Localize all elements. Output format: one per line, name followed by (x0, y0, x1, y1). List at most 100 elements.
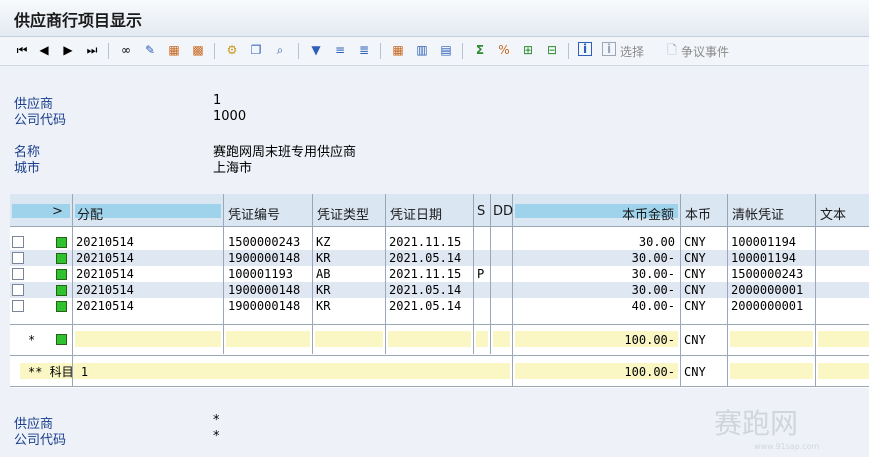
layout-icon[interactable]: ▦ (390, 42, 406, 58)
cell-s[interactable] (477, 250, 489, 266)
cell-currency[interactable]: CNY (684, 234, 724, 250)
find-icon[interactable]: ⌕ (272, 42, 288, 58)
select-button: 选择 (620, 45, 645, 59)
column-header-dd[interactable]: DD (491, 194, 513, 227)
dispute-case-button: 争议事件 (681, 45, 730, 59)
cell-document-type[interactable]: KR (316, 282, 376, 298)
cell-document-number[interactable]: 1900000148 (228, 298, 312, 314)
cell-document-type[interactable]: KR (316, 298, 376, 314)
cell-amount[interactable]: 40.00- (515, 298, 675, 314)
collapse-icon[interactable]: ⊟ (544, 42, 560, 58)
toolbar-separator (298, 43, 299, 59)
sort-descending-icon[interactable]: ≣ (356, 42, 372, 58)
cell-amount[interactable]: 30.00- (515, 266, 675, 282)
cell-assignment[interactable]: 20210514 (76, 250, 216, 266)
cell-document-date[interactable]: 2021.05.14 (389, 298, 473, 314)
sum-icon[interactable]: Σ (472, 42, 488, 58)
cell-clearing-document[interactable]: 2000000001 (731, 298, 815, 314)
watermark-url: www.91sap.com (754, 442, 820, 451)
line-items-grid: > 分配 凭证编号 凭证类型 凭证日期 S DD 本币金额 本币 清帐凭证 文本… (10, 194, 869, 388)
subtotal-currency: CNY (684, 333, 706, 347)
cell-document-date[interactable]: 2021.11.15 (389, 266, 473, 282)
cell-currency[interactable]: CNY (684, 282, 724, 298)
column-header-clearing-document[interactable]: 清帐凭证 (728, 194, 816, 227)
city-value: 上海市 (213, 161, 253, 176)
column-header-currency[interactable]: 本币 (681, 194, 728, 227)
subtotal-marker: * (28, 333, 36, 347)
cell-document-type[interactable]: KZ (316, 234, 376, 250)
total-currency: CNY (684, 365, 706, 379)
cell-s[interactable] (477, 298, 489, 314)
status-green-icon (56, 237, 67, 248)
toolbar-separator (380, 43, 381, 59)
row-checkbox[interactable] (12, 300, 24, 312)
company-code-label: 公司代码 (14, 113, 67, 128)
cell-document-date[interactable]: 2021.05.14 (389, 282, 473, 298)
cell-clearing-document[interactable]: 100001194 (731, 234, 815, 250)
sort-ascending-icon[interactable]: ≡ (332, 42, 348, 58)
cell-amount[interactable]: 30.00 (515, 234, 675, 250)
column-header-document-date[interactable]: 凭证日期 (386, 194, 474, 227)
cell-s[interactable] (477, 234, 489, 250)
columns-icon[interactable]: ▥ (414, 42, 430, 58)
cell-assignment[interactable]: 20210514 (76, 266, 216, 282)
status-green-icon (56, 301, 67, 312)
cell-s[interactable] (477, 282, 489, 298)
column-header-text[interactable]: 文本 (816, 194, 869, 227)
cell-assignment[interactable]: 20210514 (76, 298, 216, 314)
column-header-assignment[interactable]: 分配 (73, 194, 224, 227)
cell-assignment[interactable]: 20210514 (76, 234, 216, 250)
cell-document-type[interactable]: AB (316, 266, 376, 282)
row-checkbox[interactable] (12, 252, 24, 264)
cell-clearing-document[interactable]: 100001194 (731, 250, 815, 266)
cell-document-number[interactable]: 1500000243 (228, 234, 312, 250)
cell-currency[interactable]: CNY (684, 250, 724, 266)
pencil-icon[interactable]: ✎ (142, 42, 158, 58)
previous-page-icon[interactable]: ◀ (36, 42, 52, 58)
row-checkbox[interactable] (12, 268, 24, 280)
select-all-icon[interactable]: ▦ (166, 42, 182, 58)
status-green-icon (56, 269, 67, 280)
toolbar-separator (568, 43, 569, 59)
info-icon[interactable]: i (578, 42, 592, 56)
cell-amount[interactable]: 30.00- (515, 250, 675, 266)
cell-document-number[interactable]: 1900000148 (228, 282, 312, 298)
cell-document-date[interactable]: 2021.05.14 (389, 250, 473, 266)
cell-s[interactable]: P (477, 266, 489, 282)
cell-clearing-document[interactable]: 1500000243 (731, 266, 815, 282)
cell-document-number[interactable]: 1900000148 (228, 250, 312, 266)
expand-icon[interactable]: ⊞ (520, 42, 536, 58)
export-icon[interactable]: ▤ (438, 42, 454, 58)
cell-clearing-document[interactable]: 2000000001 (731, 282, 815, 298)
column-header-amount[interactable]: 本币金额 (513, 194, 681, 227)
deselect-icon[interactable]: ▩ (190, 42, 206, 58)
cell-assignment[interactable]: 20210514 (76, 282, 216, 298)
column-header-document-type[interactable]: 凭证类型 (313, 194, 386, 227)
column-header-document-number[interactable]: 凭证编号 (224, 194, 313, 227)
total-amount: 100.00- (624, 365, 675, 379)
subtotal-amount: 100.00- (624, 333, 675, 347)
row-checkbox[interactable] (12, 284, 24, 296)
cell-currency[interactable]: CNY (684, 298, 724, 314)
cell-document-type[interactable]: KR (316, 250, 376, 266)
filter-settings-icon[interactable]: ⚙ (224, 42, 240, 58)
watermark-text: 赛跑网 (714, 407, 799, 440)
column-header-expand[interactable]: > (10, 194, 73, 227)
filter-icon[interactable]: ▼ (308, 42, 324, 58)
glasses-icon[interactable]: ∞ (118, 42, 134, 58)
subtotal-icon[interactable]: % (496, 42, 512, 58)
vendor-value: 1 (213, 93, 222, 108)
cell-document-number[interactable]: 100001193 (228, 266, 312, 282)
cell-amount[interactable]: 30.00- (515, 282, 675, 298)
copy-icon[interactable]: ❐ (248, 42, 264, 58)
next-page-icon[interactable]: ▶ (60, 42, 76, 58)
last-page-icon[interactable]: ⏭ (84, 42, 100, 58)
cell-document-date[interactable]: 2021.11.15 (389, 234, 473, 250)
footer-vendor-value: * (213, 413, 220, 428)
row-checkbox[interactable] (12, 236, 24, 248)
window-title: 供应商行项目显示 (14, 11, 143, 30)
first-page-icon[interactable]: ⏮ (14, 42, 30, 58)
title-bar: 供应商行项目显示 (0, 0, 869, 37)
cell-currency[interactable]: CNY (684, 266, 724, 282)
column-header-s[interactable]: S (474, 194, 491, 227)
